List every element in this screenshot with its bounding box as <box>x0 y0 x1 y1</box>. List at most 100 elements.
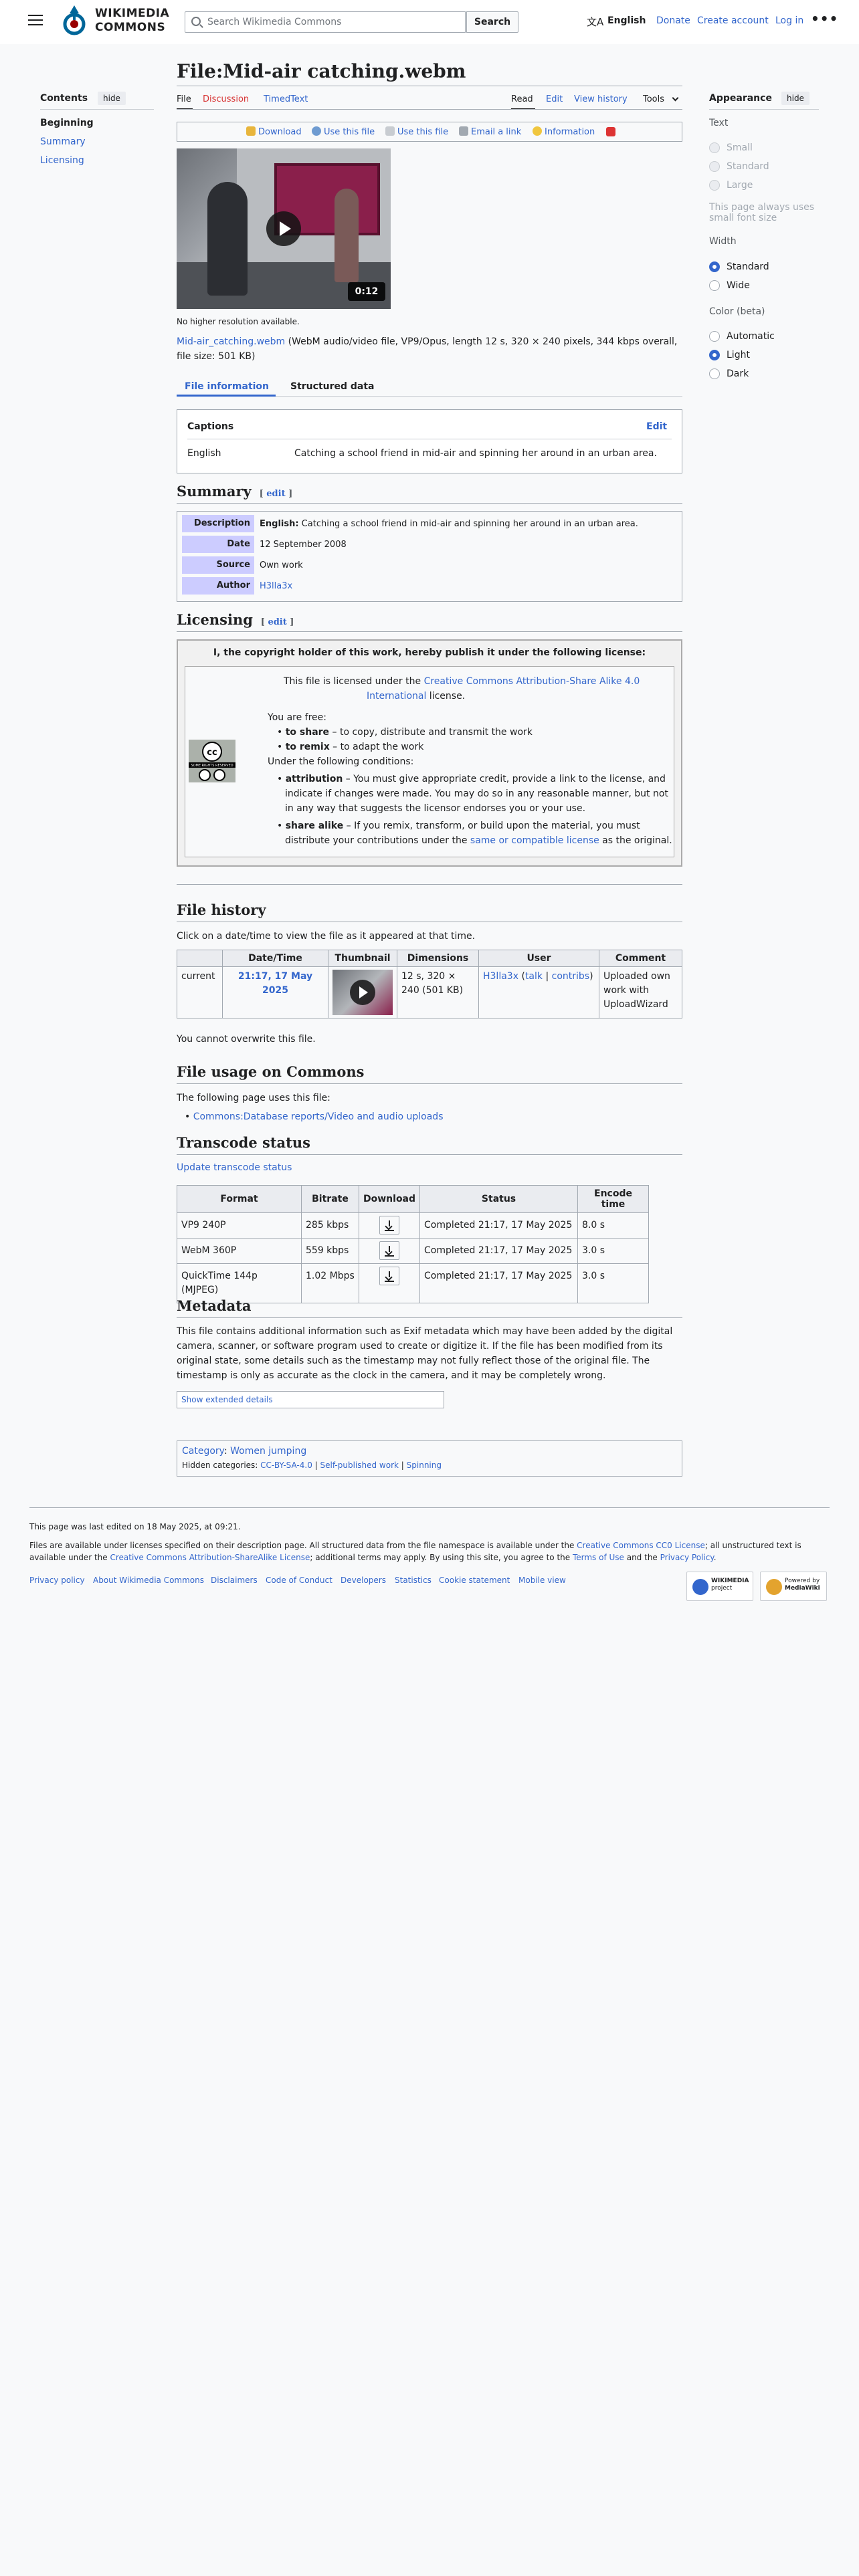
toolbar-information[interactable]: Information <box>533 126 595 137</box>
search-button[interactable]: Search <box>466 11 518 33</box>
color-dark-radio[interactable] <box>709 368 720 379</box>
terms-of-use-link[interactable]: Terms of Use <box>573 1553 624 1562</box>
tab-timedtext[interactable]: TimedText <box>264 94 308 104</box>
hidden-category-link[interactable]: Spinning <box>407 1461 442 1470</box>
tab-file-information[interactable]: File information <box>185 381 269 392</box>
creative-commons-logo-icon[interactable]: cc SOME RIGHTS RESERVED <box>189 740 235 782</box>
toc-hide-button[interactable]: hide <box>98 92 126 105</box>
license-cond-attribution: attribution – You must give appropriate … <box>277 772 666 786</box>
summary-divider <box>177 503 682 504</box>
col-header <box>177 950 223 967</box>
cc0-license-link[interactable]: Creative Commons CC0 License <box>577 1541 705 1550</box>
download-button[interactable] <box>379 1241 400 1260</box>
summary-edit-section[interactable]: [ edit ] <box>256 489 293 499</box>
hidden-categories-line: Hidden categories: CC-BY-SA-4.0 | Self-p… <box>182 1461 442 1470</box>
toc-item-beginning[interactable]: Beginning <box>40 118 94 128</box>
table-header-row: Format Bitrate Download Status Encode ti… <box>177 1185 649 1213</box>
download-button[interactable] <box>379 1267 400 1285</box>
history-talk-link[interactable]: talk <box>525 971 543 982</box>
categories-link[interactable]: Category <box>182 1446 224 1457</box>
donate-link[interactable]: Donate <box>656 15 690 26</box>
file-link[interactable]: Mid-air_catching.webm <box>177 336 285 347</box>
license-link-cont[interactable]: International <box>367 691 426 702</box>
show-extended-details-button[interactable]: Show extended details <box>177 1391 444 1408</box>
language-selector[interactable]: English <box>607 15 646 26</box>
transcode-bitrate: 285 kbps <box>301 1212 359 1239</box>
tab-discussion[interactable]: Discussion <box>203 94 249 104</box>
login-link[interactable]: Log in <box>775 15 803 26</box>
color-automatic-radio[interactable] <box>709 331 720 342</box>
transcode-time: 8.0 s <box>577 1212 649 1239</box>
col-header: Encode time <box>577 1185 649 1213</box>
powered-by-mediawiki-badge[interactable]: Powered by MediaWiki <box>760 1572 827 1601</box>
wikimedia-project-badge[interactable]: WIKIMEDIA project <box>686 1572 753 1601</box>
col-header: Thumbnail <box>328 950 397 967</box>
footer-link-privacy[interactable]: Privacy policy <box>29 1576 85 1585</box>
update-transcode-link[interactable]: Update transcode status <box>177 1162 292 1173</box>
lightbulb-icon <box>533 126 542 136</box>
licensing-edit-section[interactable]: [ edit ] <box>258 617 294 627</box>
footer-link-mobile-view[interactable]: Mobile view <box>518 1576 566 1585</box>
more-options-icon[interactable]: ••• <box>811 11 838 27</box>
file-history-heading: File history <box>177 901 266 918</box>
chevron-down-icon[interactable] <box>672 94 679 102</box>
mediawiki-icon <box>766 1579 782 1595</box>
appearance-hide-button[interactable]: hide <box>781 92 809 105</box>
toolbar-download[interactable]: Download <box>246 126 302 137</box>
toolbar-use-on-wiki[interactable]: Use this file <box>385 126 448 137</box>
text-size-large-radio[interactable] <box>709 180 720 191</box>
category-link[interactable]: Women jumping <box>230 1446 306 1457</box>
cc-by-sa-license-link[interactable]: Creative Commons Attribution-ShareAlike … <box>110 1553 310 1562</box>
width-standard-radio[interactable] <box>709 261 720 272</box>
footer-link-cookie-statement[interactable]: Cookie statement <box>439 1576 510 1585</box>
text-size-small-radio[interactable] <box>709 142 720 153</box>
footer-link-disclaimers[interactable]: Disclaimers <box>211 1576 258 1585</box>
play-icon[interactable] <box>350 980 375 1005</box>
color-light-radio[interactable] <box>709 350 720 360</box>
wikimedia-commons-logo-icon[interactable] <box>59 4 90 37</box>
tab-read[interactable]: Read <box>511 94 533 104</box>
text-size-standard-radio[interactable] <box>709 161 720 172</box>
hidden-category-link[interactable]: Self-published work <box>320 1461 399 1470</box>
tab-edit[interactable]: Edit <box>546 94 563 104</box>
tab-structured-data[interactable]: Structured data <box>290 381 375 392</box>
language-icon[interactable]: 文A <box>587 15 603 29</box>
table-row: current 21:17, 17 May 2025 12 s, 320 × 24… <box>177 966 682 1018</box>
captions-edit-button[interactable]: Edit <box>646 421 667 432</box>
footer-link-code-of-conduct[interactable]: Code of Conduct <box>266 1576 332 1585</box>
footer-link-about[interactable]: About Wikimedia Commons <box>93 1576 204 1585</box>
download-button[interactable] <box>379 1216 400 1235</box>
site-logo-text[interactable]: WIKIMEDIA COMMONS <box>95 7 169 35</box>
toc-item-summary[interactable]: Summary <box>40 136 86 147</box>
license-free-share: to share – to copy, distribute and trans… <box>277 725 533 740</box>
tab-view-history[interactable]: View history <box>574 94 628 104</box>
table-row: VP9 240P 285 kbps Completed 21:17, 17 Ma… <box>177 1212 649 1239</box>
toc-item-licensing[interactable]: Licensing <box>40 155 84 166</box>
toolbar-use-on-web[interactable]: Use this file <box>312 126 375 137</box>
width-wide-radio[interactable] <box>709 280 720 291</box>
license-link[interactable]: Creative Commons Attribution-Share Alike… <box>424 676 640 687</box>
play-icon[interactable] <box>266 211 301 246</box>
tab-file[interactable]: File <box>177 94 191 104</box>
main-menu-icon[interactable] <box>28 15 43 25</box>
summary-value-author[interactable]: H3lla3x <box>260 581 292 591</box>
hidden-category-link[interactable]: CC-BY-SA-4.0 <box>260 1461 312 1470</box>
footer-link-developers[interactable]: Developers <box>341 1576 386 1585</box>
transcode-time: 3.0 s <box>577 1263 649 1303</box>
video-player[interactable]: 0:12 <box>177 148 391 309</box>
create-account-link[interactable]: Create account <box>697 15 769 26</box>
summary-label-description: Description <box>182 515 254 532</box>
search-icon <box>191 17 201 26</box>
compatible-license-link[interactable]: same or compatible license <box>470 835 599 846</box>
history-datetime-link[interactable]: 21:17, 17 May 2025 <box>238 971 312 996</box>
toolbar-email-link[interactable]: Email a link <box>459 126 521 137</box>
history-thumbnail[interactable] <box>332 970 393 1015</box>
history-contribs-link[interactable]: contribs <box>552 971 589 982</box>
privacy-policy-inline-link[interactable]: Privacy Policy <box>660 1553 714 1562</box>
search-input[interactable] <box>207 12 462 32</box>
history-user-link[interactable]: H3lla3x <box>483 971 518 982</box>
file-usage-link[interactable]: Commons:Database reports/Video and audio… <box>193 1111 444 1122</box>
report-icon[interactable] <box>606 127 615 136</box>
footer-link-statistics[interactable]: Statistics <box>395 1576 432 1585</box>
tab-tools[interactable]: Tools <box>643 94 664 104</box>
